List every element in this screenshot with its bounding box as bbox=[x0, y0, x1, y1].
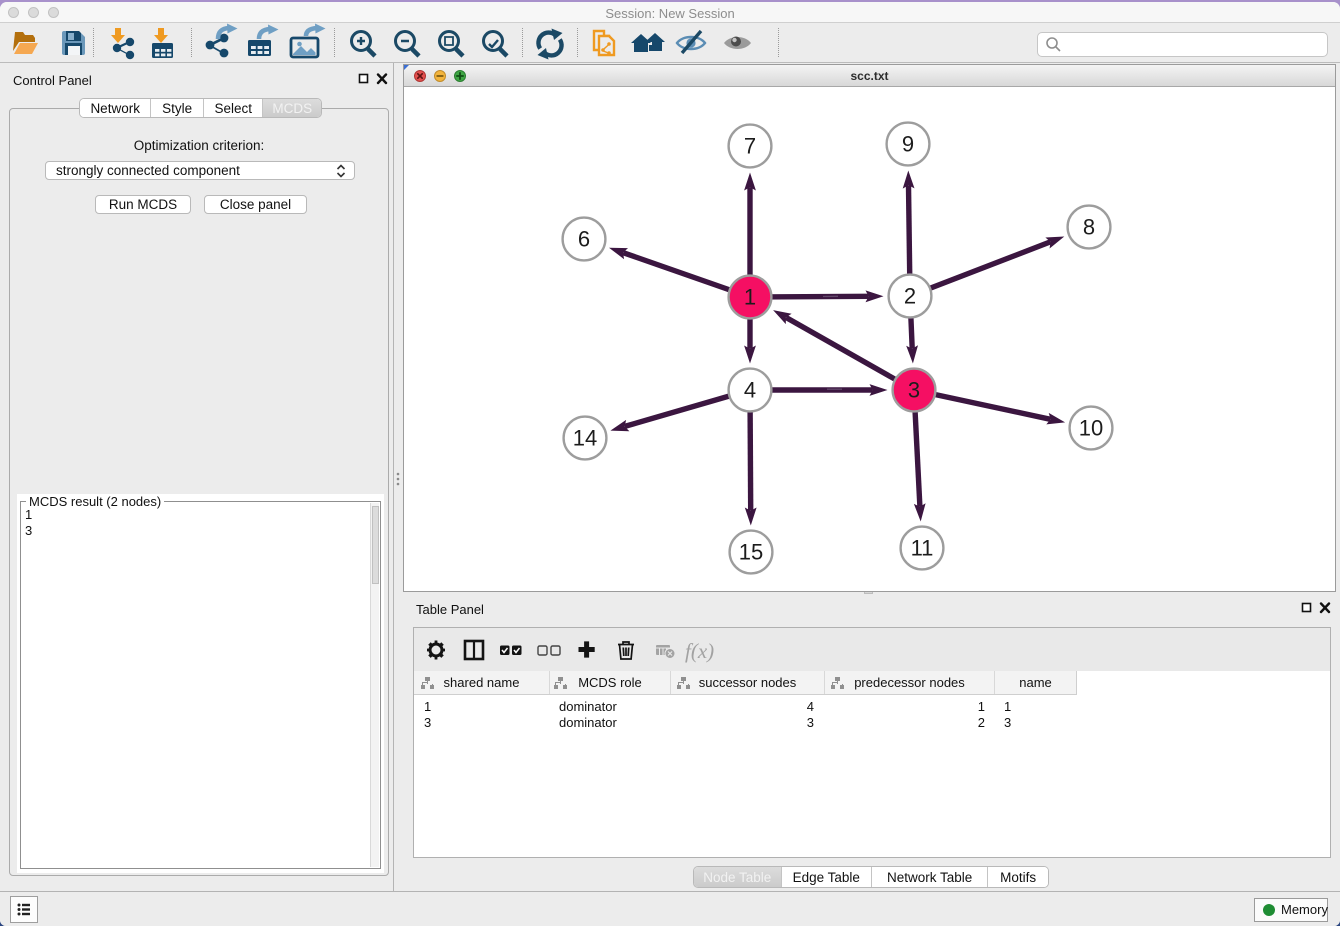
svg-text:f(x): f(x) bbox=[685, 639, 714, 663]
svg-text:4: 4 bbox=[744, 378, 756, 403]
svg-text:7: 7 bbox=[744, 134, 756, 159]
svg-text:11: 11 bbox=[911, 536, 934, 561]
svg-text:9: 9 bbox=[902, 132, 914, 157]
svg-text:15: 15 bbox=[739, 540, 763, 565]
svg-text:8: 8 bbox=[1083, 215, 1095, 240]
svg-text:3: 3 bbox=[908, 378, 920, 403]
svg-text:14: 14 bbox=[573, 426, 597, 451]
svg-text:6: 6 bbox=[578, 227, 590, 252]
svg-text:1: 1 bbox=[744, 285, 756, 310]
svg-text:10: 10 bbox=[1079, 416, 1103, 441]
svg-text:2: 2 bbox=[904, 284, 916, 309]
